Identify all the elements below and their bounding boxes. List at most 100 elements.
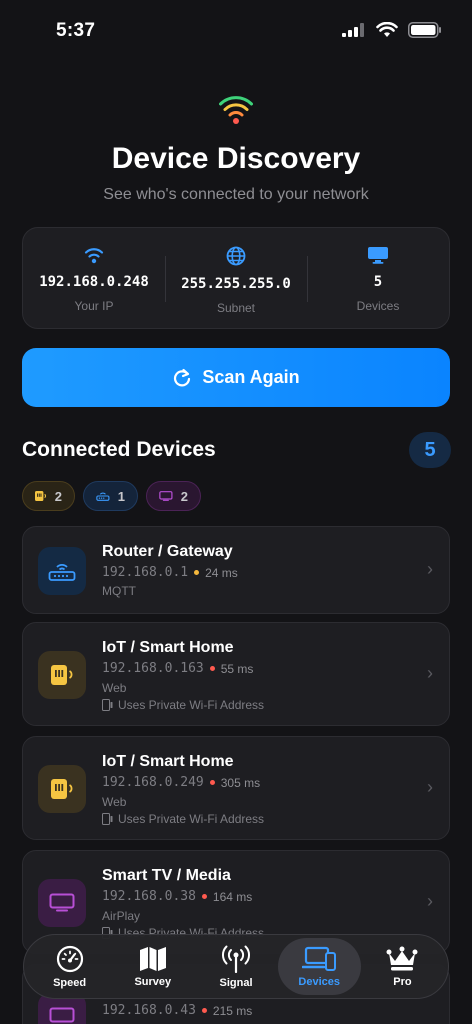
- iot-icon: [51, 779, 73, 799]
- iot-icon: [51, 665, 73, 685]
- status-bar: 5:37: [0, 0, 472, 62]
- device-type-filters: 2 1 2: [22, 481, 201, 511]
- your-ip-value: 192.168.0.248: [39, 274, 149, 290]
- status-icons: [342, 22, 442, 38]
- device-ip: 192.168.0.249: [102, 775, 204, 790]
- page-title: Device Discovery: [111, 142, 361, 175]
- tv-icon: [159, 491, 173, 501]
- device-name: Smart TV / Media: [102, 867, 231, 884]
- subnet-value: 255.255.255.0: [181, 276, 291, 292]
- page-subtitle: See who's connected to your network: [103, 186, 369, 203]
- monitor-icon: [368, 247, 388, 264]
- device-protocol: Web: [102, 681, 127, 695]
- device-address-row: 192.168.0.38 164 ms: [102, 889, 252, 904]
- latency-dot: [209, 780, 215, 785]
- your-ip-label: Your IP: [74, 299, 114, 313]
- latency-dot: [201, 894, 207, 899]
- device-ip: 192.168.0.43: [102, 1003, 196, 1018]
- router-icon: [96, 492, 110, 501]
- device-latency: 305 ms: [220, 775, 261, 790]
- device-address-row: 192.168.0.249 305 ms: [102, 775, 260, 790]
- connected-devices-title: Connected Devices: [22, 438, 216, 461]
- device-icon-container: [38, 651, 86, 699]
- speedometer-icon: [56, 945, 83, 972]
- device-latency: 215 ms: [212, 1003, 253, 1018]
- private-address-icon: [102, 699, 113, 711]
- filter-chip-tv[interactable]: 2: [146, 481, 201, 511]
- subnet-stat: 255.255.255.0 Subnet: [165, 228, 307, 328]
- your-ip-stat: 192.168.0.248 Your IP: [23, 228, 165, 328]
- network-summary-card: 192.168.0.248 Your IP 255.255.255.0 Subn…: [22, 227, 450, 329]
- device-name: Router / Gateway: [102, 543, 233, 560]
- antenna-icon: [222, 945, 250, 973]
- tab-signal-label: Signal: [219, 976, 253, 989]
- cellular-signal-icon: [342, 23, 364, 37]
- device-card-router[interactable]: Router / Gateway 192.168.0.1 24 ms MQTT …: [22, 526, 450, 614]
- device-address-row: 192.168.0.1 24 ms: [102, 565, 238, 580]
- device-address-row: 192.168.0.43 215 ms: [102, 1003, 252, 1018]
- devices-stat: 5 Devices: [307, 228, 449, 328]
- latency-dot: [201, 1008, 207, 1013]
- latency-dot: [209, 666, 215, 671]
- crown-icon: [386, 946, 418, 970]
- device-latency: 164 ms: [212, 889, 253, 904]
- status-time: 5:37: [56, 20, 96, 41]
- refresh-icon: [174, 368, 191, 386]
- tab-pro-label: Pro: [393, 975, 412, 988]
- device-card-iot[interactable]: IoT / Smart Home 192.168.0.249 305 ms We…: [22, 736, 450, 840]
- globe-icon: [226, 246, 246, 266]
- chevron-right-icon: ›: [427, 663, 433, 683]
- private-address-label: Uses Private Wi-Fi Address: [118, 812, 265, 826]
- tab-devices-label: Devices: [298, 975, 340, 988]
- subnet-label: Subnet: [216, 301, 256, 315]
- device-count-badge: 5: [409, 432, 451, 468]
- private-address-note: Uses Private Wi-Fi Address: [102, 698, 264, 712]
- tv-icon: [49, 1007, 75, 1023]
- tab-pro[interactable]: Pro: [361, 938, 444, 995]
- device-icon-container: [38, 547, 86, 595]
- device-icon-container: [38, 879, 86, 927]
- devices-count-label: Devices: [356, 299, 400, 313]
- private-address-note: Uses Private Wi-Fi Address: [102, 812, 264, 826]
- private-address-icon: [102, 813, 113, 825]
- device-name: IoT / Smart Home: [102, 753, 234, 770]
- battery-icon: [408, 22, 441, 38]
- wifi-status-icon: [376, 22, 398, 37]
- device-address-row: 192.168.0.163 55 ms: [102, 661, 253, 676]
- tab-bar: Speed Survey Signal Devices Pro: [23, 934, 449, 999]
- latency-dot: [194, 570, 200, 575]
- filter-chip-tv-count: 2: [180, 488, 188, 504]
- device-protocol: AirPlay: [102, 909, 141, 923]
- tab-survey-label: Survey: [134, 975, 172, 988]
- tab-signal[interactable]: Signal: [194, 938, 277, 995]
- chevron-right-icon: ›: [427, 891, 433, 911]
- device-icon-container: [38, 765, 86, 813]
- device-latency: 24 ms: [205, 565, 238, 580]
- filter-chip-router[interactable]: 1: [83, 481, 138, 511]
- map-icon: [139, 946, 166, 971]
- filter-chip-iot-count: 2: [54, 488, 62, 504]
- device-name: IoT / Smart Home: [102, 639, 234, 656]
- router-icon: [48, 564, 76, 581]
- chevron-right-icon: ›: [427, 777, 433, 797]
- tab-speed-label: Speed: [53, 976, 87, 989]
- tab-survey[interactable]: Survey: [111, 938, 194, 995]
- filter-chip-iot[interactable]: 2: [22, 481, 75, 511]
- wifi-rainbow-icon: [219, 96, 253, 124]
- tab-speed[interactable]: Speed: [28, 938, 111, 995]
- device-protocol: Web: [102, 795, 127, 809]
- scan-again-button[interactable]: Scan Again: [22, 348, 450, 407]
- device-card-iot[interactable]: IoT / Smart Home 192.168.0.163 55 ms Web…: [22, 622, 450, 726]
- device-ip: 192.168.0.163: [102, 661, 204, 676]
- private-address-label: Uses Private Wi-Fi Address: [118, 698, 265, 712]
- iot-icon: [35, 490, 47, 502]
- wifi-icon: [84, 248, 104, 264]
- tv-icon: [49, 893, 75, 912]
- devices-icon: [302, 946, 337, 971]
- device-ip: 192.168.0.1: [102, 565, 189, 580]
- tab-devices[interactable]: Devices: [277, 938, 361, 995]
- device-latency: 55 ms: [220, 661, 254, 676]
- devices-count-value: 5: [373, 274, 383, 290]
- device-protocol: MQTT: [102, 584, 136, 598]
- device-ip: 192.168.0.38: [102, 889, 196, 904]
